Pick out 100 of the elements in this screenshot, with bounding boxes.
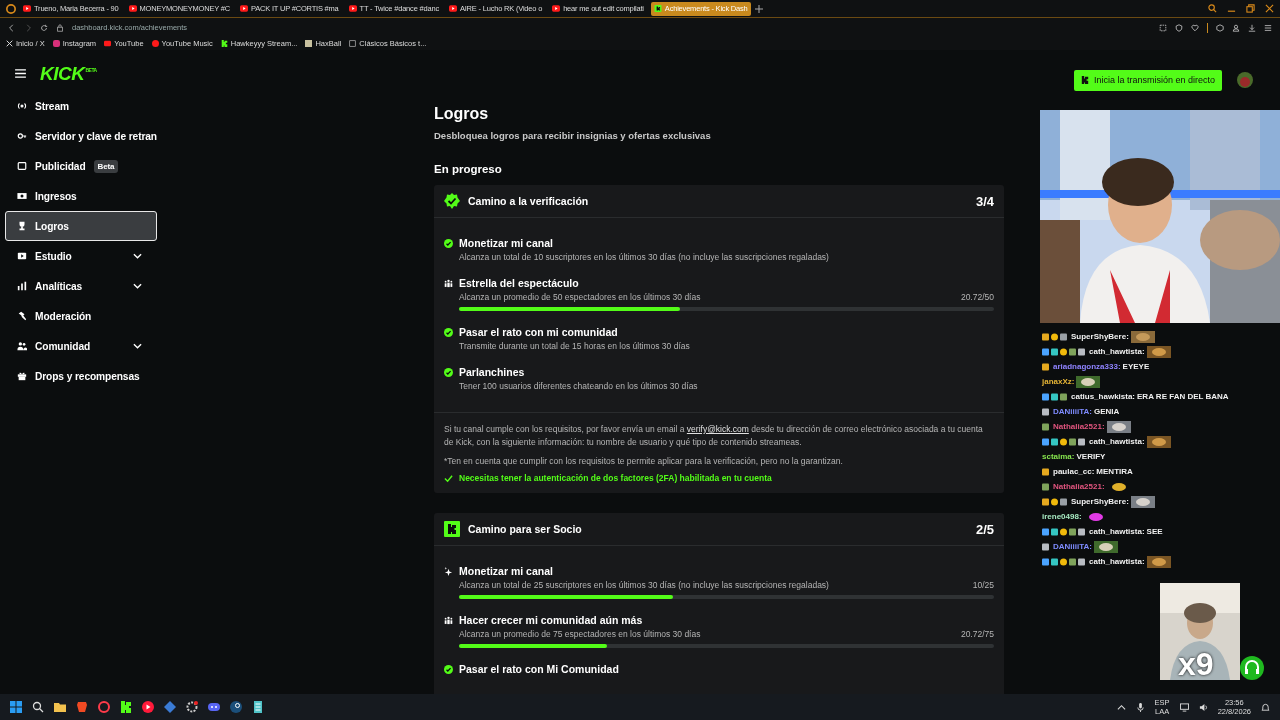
bookmark-icon (151, 40, 159, 47)
logo-icon[interactable] (120, 701, 132, 713)
chat-username[interactable]: ariadnagonza333: (1053, 362, 1121, 371)
logo[interactable]: KICK$^{BETA}$ (40, 63, 97, 83)
video-icon (17, 251, 27, 261)
notepad-icon[interactable] (252, 701, 264, 713)
chat-message: MENTIRA (1096, 467, 1133, 476)
progress-reading: 10/25 (972, 580, 994, 591)
circle-icon[interactable] (98, 701, 110, 713)
card-title: Camino para ser Socio (468, 523, 582, 536)
chat-badges-icon (1042, 332, 1069, 341)
search-icon[interactable] (32, 701, 44, 713)
gamepad-icon[interactable] (208, 701, 220, 713)
chat-badges-icon (1042, 527, 1087, 536)
bookmark-icon (349, 40, 357, 47)
chat-message: VERIFY (1076, 452, 1106, 461)
email-link[interactable]: verify@kick.com (686, 424, 749, 434)
trophy-icon (17, 221, 27, 231)
sidebar-item[interactable]: Stream (5, 91, 157, 121)
achievement-title: Estrella del espectáculo (459, 277, 580, 289)
verification-instructions: Si tu canal cumple con los requisitos, por favor envía un email a verify@kick.com desde tu dirección de correo electrónico asociada a tu cuenta de Kick, con la siguiente información: tu nombre de usuario y qué tipo de contenido streameas. (444, 423, 984, 449)
search-icon[interactable] (1208, 4, 1217, 13)
screenshot-icon[interactable] (1159, 23, 1167, 32)
restore-icon[interactable] (1246, 4, 1255, 13)
chat-username[interactable]: paulac_cc: (1053, 467, 1095, 476)
chat-message: SEE (1146, 527, 1163, 536)
chat-username[interactable]: cath_hawtista: (1089, 527, 1145, 536)
emote-icon (1146, 555, 1171, 568)
bookmark-icon (52, 40, 60, 47)
chat-message: GENIA (1093, 407, 1120, 416)
progress-reading: 20.72/50 (960, 292, 994, 302)
chat-username[interactable]: DANiiiiTA: (1053, 407, 1092, 416)
new-tab-icon[interactable] (754, 4, 763, 13)
banknote-icon (17, 191, 27, 201)
achievement-description: Alcanza un total de 10 suscriptores en los últimos 30 días (no incluye las suscripciones regaladas) (459, 252, 829, 262)
chat-username[interactable]: catius_hawkista: (1071, 392, 1136, 401)
monitor-icon[interactable] (1179, 702, 1189, 712)
chat-username[interactable]: Nathalia2521: (1053, 422, 1105, 431)
emote-icon (1076, 375, 1101, 388)
person-icon[interactable] (1232, 23, 1240, 32)
sidebar-item[interactable]: Logros (5, 211, 157, 241)
speaker-icon[interactable] (1198, 702, 1208, 712)
chat-badges-icon (1042, 362, 1051, 371)
chat-username[interactable]: Nathalia2521: (1053, 482, 1105, 491)
back-icon[interactable] (8, 23, 16, 32)
folder-icon[interactable] (54, 701, 66, 713)
sidebar-item[interactable]: Comunidad (5, 331, 157, 361)
beta-badge: Beta (93, 159, 119, 173)
chat-username[interactable]: DANiiiiTA: (1053, 542, 1092, 551)
download-icon[interactable] (1248, 23, 1256, 32)
chat-username[interactable]: SuperShyBere: (1071, 497, 1129, 506)
emote-icon (1106, 420, 1131, 433)
emote-icon (1093, 540, 1118, 553)
sidebar-item[interactable]: Publicidad Beta (5, 151, 157, 181)
sidebar-item[interactable]: Ingresos (5, 181, 157, 211)
browser-logo-icon[interactable] (6, 3, 16, 14)
achievement-title: Pasar el rato con mi comunidad (459, 326, 619, 338)
reload-icon[interactable] (40, 23, 48, 32)
chat-username[interactable]: cath_hawtista: (1089, 347, 1145, 356)
logo-icon (653, 5, 662, 12)
chat-username[interactable]: cath_hawtista: (1089, 437, 1145, 446)
avatar-icon[interactable] (1237, 72, 1253, 88)
people-icon (17, 341, 27, 351)
menu-icon[interactable] (1264, 23, 1272, 32)
chevron-up-icon[interactable] (1116, 702, 1126, 712)
emote-icon (1130, 330, 1155, 343)
windows-start-icon[interactable] (10, 701, 22, 713)
close-icon[interactable] (1265, 4, 1274, 13)
key-icon (17, 131, 27, 141)
achievement-title: Monetizar mi canal (459, 565, 554, 578)
card-title: Camino a la verificación (468, 195, 589, 207)
sidebar-item[interactable]: Moderación (5, 301, 157, 331)
achievement-title: Parlanchines (459, 366, 526, 378)
go-live-button[interactable]: Inicia la transmisión en directo (1073, 69, 1222, 91)
chat-badges-icon (1042, 542, 1051, 551)
microphone-icon[interactable] (1135, 702, 1145, 712)
sidebar-item[interactable]: Servidor y clave de retran (5, 121, 157, 151)
heart-icon[interactable] (1191, 23, 1199, 32)
chat-username[interactable]: cath_hawtista: (1089, 557, 1145, 566)
bookmark-icon (220, 40, 228, 47)
bookmark-icon (6, 40, 13, 47)
chat-username[interactable]: janaxXz: (1042, 377, 1075, 386)
sparkle-icon (444, 567, 453, 577)
chat-username[interactable]: sctaima: (1042, 452, 1075, 461)
play-icon[interactable] (142, 701, 154, 713)
check-circle-icon (444, 328, 453, 337)
sidebar-item[interactable]: Drops y recompensas (5, 361, 157, 391)
chat-username[interactable]: SuperShyBere: (1071, 332, 1129, 341)
sidebar-item[interactable]: Estudio (5, 241, 157, 271)
square-icon (17, 161, 27, 171)
bell-icon[interactable] (1261, 702, 1270, 712)
progress-reading: 20.72/75 (960, 629, 994, 640)
shield-icon[interactable] (1175, 23, 1183, 32)
chat-message: EYEYE (1122, 362, 1150, 371)
headset-icon[interactable] (1240, 656, 1264, 680)
sidebar-item[interactable]: Analíticas (5, 271, 157, 301)
diamond-icon[interactable] (164, 701, 176, 713)
achievement-description: Alcanza un total de 25 suscriptores en los últimos 30 días (no incluye las suscripciones regaladas) (459, 580, 829, 591)
chat-username[interactable]: irene0498: (1042, 512, 1082, 521)
check-circle-icon (444, 368, 453, 377)
